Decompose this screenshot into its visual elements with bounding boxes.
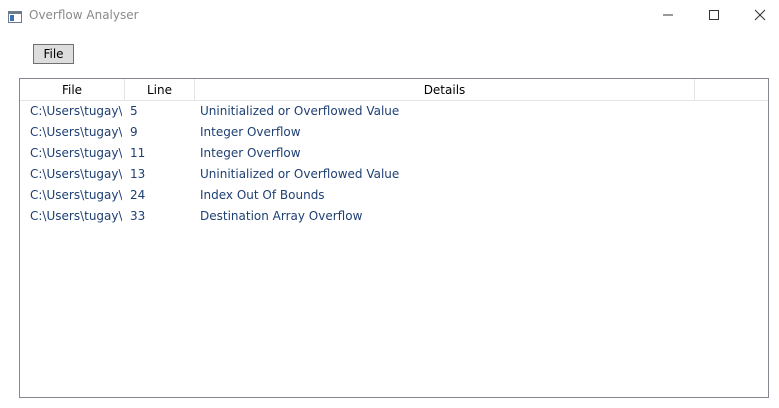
column-header-line[interactable]: Line	[125, 79, 195, 100]
app-window: Overflow Analyser File File Line Details	[0, 0, 779, 408]
line-cell: 24	[130, 188, 146, 202]
list-item[interactable]: C:\Users\tugay\s 24 Index Out Of Bounds	[24, 185, 764, 206]
file-cell: C:\Users\tugay\s	[30, 104, 122, 118]
column-header-details[interactable]: Details	[195, 79, 695, 100]
file-cell: C:\Users\tugay\s	[30, 125, 122, 139]
file-cell: C:\Users\tugay\s	[30, 188, 122, 202]
line-cell: 11	[130, 146, 146, 160]
app-window-icon	[8, 8, 22, 23]
details-cell: Integer Overflow	[200, 125, 301, 139]
list-item[interactable]: C:\Users\tugay\s 9 Integer Overflow	[24, 122, 764, 143]
column-header-file[interactable]: File	[20, 79, 125, 100]
column-header-filler	[695, 79, 768, 100]
file-cell: C:\Users\tugay\s	[30, 146, 122, 160]
line-cell: 9	[130, 125, 138, 139]
details-cell: Uninitialized or Overflowed Value	[200, 104, 400, 118]
details-cell: Integer Overflow	[200, 146, 301, 160]
file-cell: C:\Users\tugay\s	[30, 167, 122, 181]
details-cell: Index Out Of Bounds	[200, 188, 325, 202]
minimize-button[interactable]	[645, 0, 691, 30]
title-bar[interactable]: Overflow Analyser	[0, 0, 779, 30]
file-button[interactable]: File	[33, 44, 74, 64]
list-item[interactable]: C:\Users\tugay\s 33 Destination Array Ov…	[24, 206, 764, 227]
results-list[interactable]: File Line Details C:\Users\tugay\s 5 Uni…	[19, 78, 769, 398]
list-rows: C:\Users\tugay\s 5 Uninitialized or Over…	[24, 101, 764, 227]
window-title: Overflow Analyser	[29, 8, 139, 22]
maximize-button[interactable]	[691, 0, 737, 30]
minimize-icon	[663, 14, 673, 16]
list-item[interactable]: C:\Users\tugay\s 5 Uninitialized or Over…	[24, 101, 764, 122]
list-item[interactable]: C:\Users\tugay\s 13 Uninitialized or Ove…	[24, 164, 764, 185]
line-cell: 5	[130, 104, 138, 118]
details-cell: Destination Array Overflow	[200, 209, 363, 223]
list-header: File Line Details	[20, 79, 768, 101]
line-cell: 33	[130, 209, 146, 223]
maximize-icon	[709, 10, 719, 20]
file-cell: C:\Users\tugay\s	[30, 209, 122, 223]
list-item[interactable]: C:\Users\tugay\s 11 Integer Overflow	[24, 143, 764, 164]
close-icon	[754, 9, 766, 21]
close-button[interactable]	[737, 0, 779, 30]
line-cell: 13	[130, 167, 146, 181]
details-cell: Uninitialized or Overflowed Value	[200, 167, 400, 181]
